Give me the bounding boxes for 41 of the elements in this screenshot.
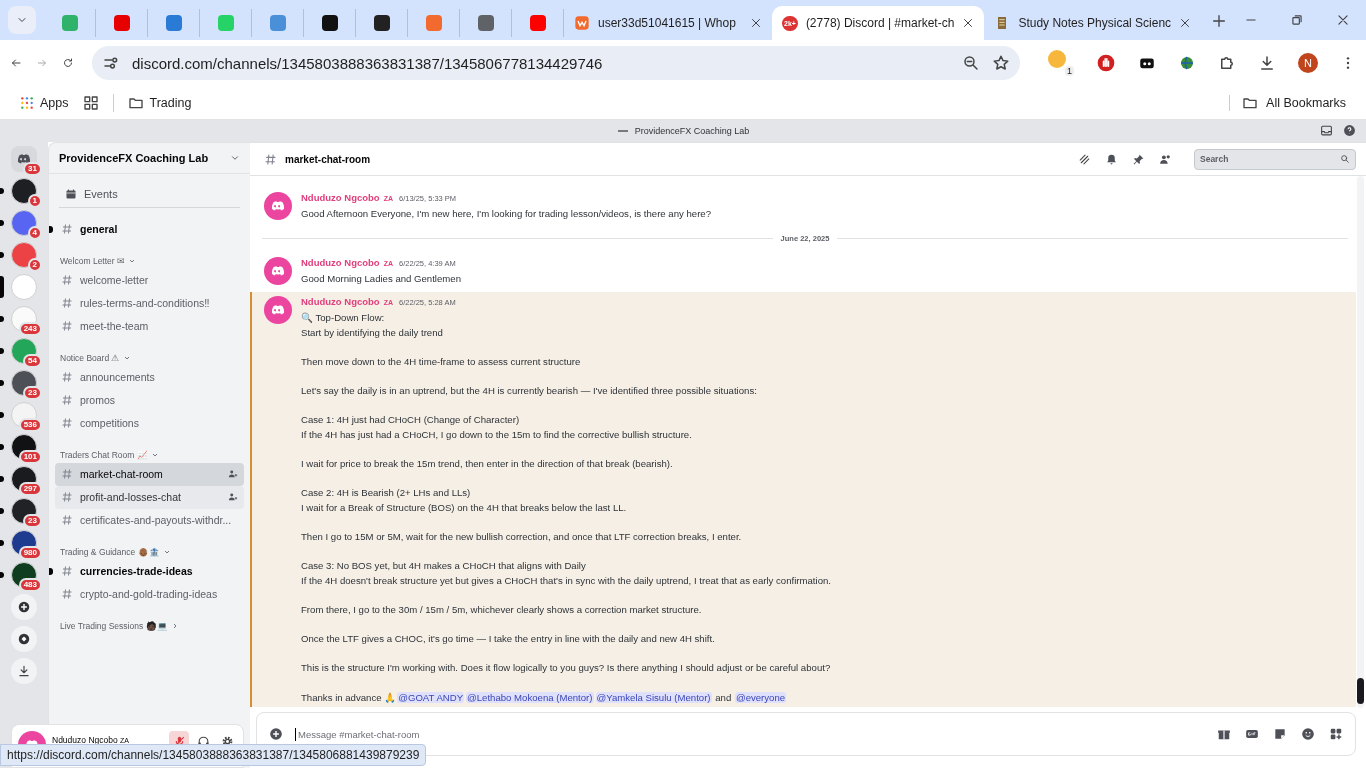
message-text: Case 2: 4H is Bearish (2+ LHs and LLs) (301, 486, 472, 501)
message-text: 🔍 Top-Down Flow: (301, 311, 386, 326)
message-text: Good Morning Ladies and Gentlemen (301, 271, 461, 286)
extension-badge: 1 (1065, 66, 1074, 76)
message-text: If the 4H has just had a CHoCH, I go down to the 15m to find the corrective bullish structure. (301, 427, 693, 442)
message-text: Then I go to 15M or 5M, wait for the new bullish correction, and once that LTF correction breaks, I enter. (301, 530, 743, 545)
message-text: This is the structure I'm working with. Does it flow logically to you guys? Is there anything I should adjust or be careful about? (301, 661, 831, 676)
mention-badge: 23 (23, 514, 42, 528)
message-text: Case 1: 4H just had CHoCH (Change of Character) (301, 413, 521, 428)
window-title: ProvidenceFX Coaching Lab (634, 126, 750, 136)
mention-badge: 980 (18, 546, 42, 560)
mention-badge: 1 (27, 194, 42, 208)
message-text: Good Afternoon Everyone, I'm new here, I'm looking for trading lesson/videos, is there any here? (301, 207, 712, 221)
mention-badge: 4 (27, 226, 42, 240)
url-text: discord.com/channels/1345803888363831387/1345806778134429746 (132, 54, 604, 72)
mention-badge: 297 (18, 482, 42, 496)
mention-badge: 483 (18, 578, 42, 592)
mention-badge: 2 (27, 258, 42, 272)
message-text: If the 4H doesn't break structure yet but gives a CHoCH that's in sync with the daily uptrend, I treat that as early confirmation. (301, 573, 831, 588)
message-text: From there, I go to the 30m / 15m / 5m, whichever clearly shows a correction market structure. (301, 603, 703, 618)
mention-badge: 243 (18, 322, 42, 336)
url-tooltip: https://discord.com/channels/1345803888363831387/1345806881439879239 (0, 744, 427, 766)
channel-title: market-chat-room (285, 153, 371, 165)
message-text: Start by identifying the daily trend (301, 325, 444, 340)
mention-badge: 536 (18, 418, 42, 432)
mention-badge: 23 (23, 386, 42, 400)
tab-title: user33d51041615 | Whop (598, 16, 737, 30)
message-text: I wait for price to break the 15m trend, then enter in the direction of that break (bearish). (301, 457, 674, 472)
message-text: Case 3: No BOS yet, but 4H makes a CHoCH that aligns with Daily (301, 559, 587, 574)
message-text: and (714, 691, 733, 703)
message-text: Once the LTF gives a CHOC, it's go time — I take the entry in line with the daily and new 4H shift. (301, 632, 716, 647)
tab-title: Study Notes Physical Scienc (1018, 16, 1172, 30)
events-label: Events (84, 187, 118, 200)
message-text: I wait for a Break of Structure (BOS) on the 4H that breaks below the last LL. (301, 500, 628, 515)
message-text: Then move down to the 4H time-frame to assess current structure (301, 354, 582, 369)
tab-title: (2778) Discord | #market-ch (805, 16, 955, 30)
mention-badge: 31 (23, 162, 42, 176)
mention-badge: 101 (18, 450, 42, 464)
message-text: Let's say the daily is in an uptrend, but the 4H is currently bearish — I've identified three possible situations: (301, 384, 758, 399)
message-text: Thanks in advance 🙏 (301, 691, 397, 703)
mention-badge: 54 (23, 354, 42, 368)
